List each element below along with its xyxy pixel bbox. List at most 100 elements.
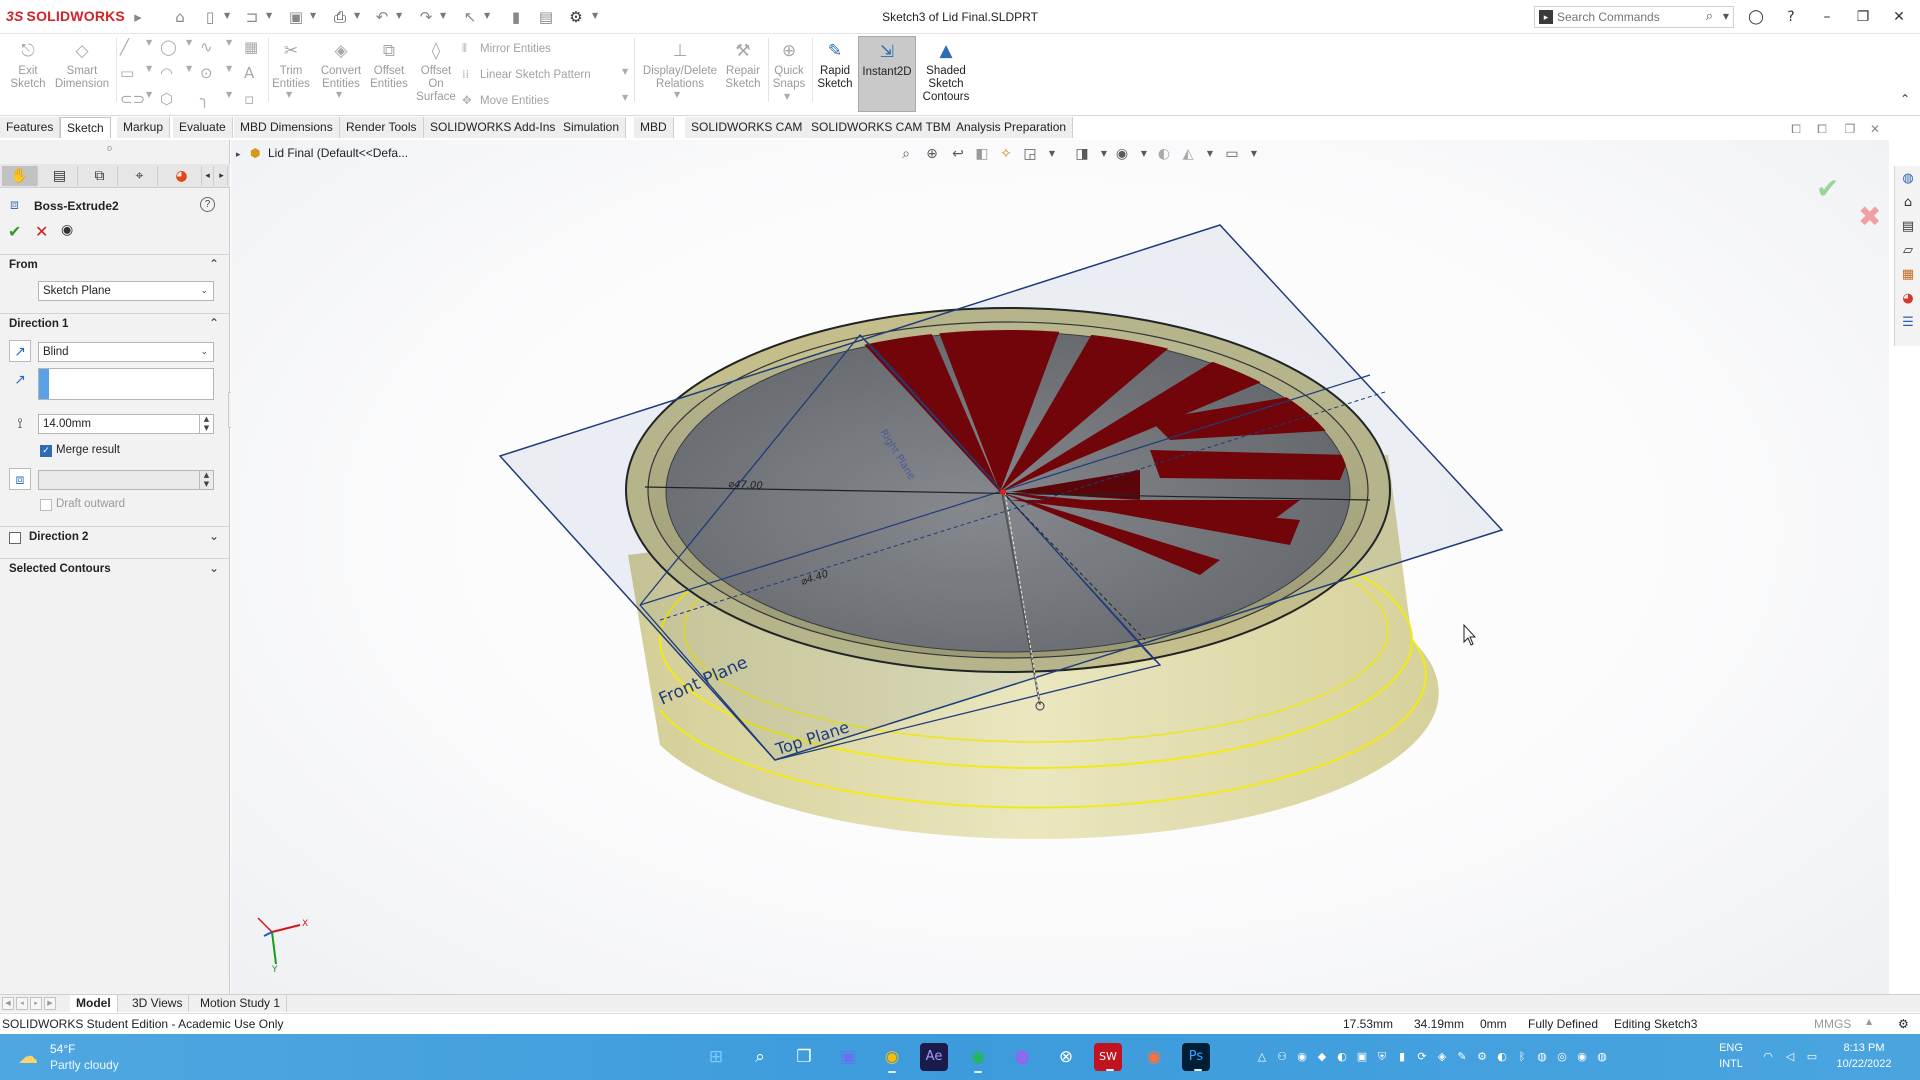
redo-dropdown-icon[interactable]: ▼ (440, 11, 446, 20)
direction2-group-header[interactable]: Direction 2 ⌄ (0, 526, 229, 548)
home-icon[interactable]: ⌂ (1899, 194, 1917, 212)
viewport-close-icon[interactable]: ✕ (1866, 122, 1884, 140)
hide-show-dropdown-icon[interactable]: ▼ (1134, 144, 1154, 164)
app-icon[interactable]: ◍ (1006, 1041, 1038, 1073)
file-explorer-icon[interactable]: ▱ (1899, 242, 1917, 260)
google-drive-tray-icon[interactable]: △ (1254, 1049, 1270, 1065)
minimize-button[interactable]: – (1816, 6, 1838, 28)
direction2-checkbox[interactable] (9, 532, 21, 544)
part-name[interactable]: Lid Final (Default<<Defa... (268, 146, 408, 160)
save-dropdown-icon[interactable]: ▼ (310, 11, 316, 20)
configurationmanager-tab-icon[interactable]: ⧉ (82, 166, 118, 186)
instant2d-button[interactable]: ⇲ Instant2D (858, 36, 916, 112)
user-account-icon[interactable]: ◯ (1745, 6, 1767, 28)
options-dropdown-icon[interactable]: ▼ (592, 11, 598, 20)
collapse-ribbon-icon[interactable]: ⌃ (1900, 92, 1910, 106)
tab-mbd-dimensions[interactable]: MBD Dimensions (234, 117, 340, 138)
weather-description[interactable]: Partly cloudy (50, 1058, 119, 1072)
view-settings-icon[interactable]: ▭ (1222, 144, 1242, 164)
draft-spinner-icon[interactable]: ▲ ▼ (199, 471, 213, 489)
confirmation-cancel-icon[interactable]: ✖ (1858, 200, 1881, 233)
model-view[interactable]: ⌀47.00 ⌀4.40 Right Plane Front Plane Top… (231, 140, 1889, 1002)
tab-markup[interactable]: Markup (117, 117, 171, 138)
display-manager-tab-icon[interactable]: ◕ (162, 166, 202, 186)
app-tray-icon[interactable]: ◍ (1534, 1049, 1550, 1065)
move-dropdown-icon[interactable]: ▼ (622, 93, 628, 102)
select-dropdown-icon[interactable]: ▼ (484, 11, 490, 20)
tabs-scroll-left-icon[interactable]: ◂ (202, 166, 214, 186)
design-library-icon[interactable]: ▤ (1899, 218, 1917, 236)
propertymanager-tab-icon[interactable]: ▤ (42, 166, 78, 186)
apply-scene-icon[interactable]: ◭ (1178, 144, 1198, 164)
trim-entities-button[interactable]: ✂ Trim Entities (270, 40, 312, 91)
tab-sketch[interactable]: Sketch (60, 117, 111, 138)
dropbox-tray-icon[interactable]: ◆ (1314, 1049, 1330, 1065)
first-tab-icon[interactable]: ◀ (2, 997, 14, 1010)
redo-icon[interactable]: ↷ (416, 7, 436, 27)
tab-simulation[interactable]: Simulation (557, 117, 627, 138)
dynamic-annotation-icon[interactable]: ✧ (996, 144, 1016, 164)
battery-icon[interactable]: ▭ (1804, 1049, 1820, 1065)
tab-evaluate[interactable]: Evaluate (173, 117, 233, 138)
adobe-after-effects-icon[interactable]: Ae (920, 1043, 948, 1071)
select-pointer-icon[interactable]: ↖ (460, 7, 480, 27)
from-select[interactable]: Sketch Plane ⌄ (38, 281, 214, 301)
weather-temperature[interactable]: 54°F (50, 1042, 75, 1056)
draft-on-off-icon[interactable]: ⧈ (9, 468, 31, 490)
view-settings-dropdown-icon[interactable]: ▼ (1244, 144, 1264, 164)
merge-result-checkbox[interactable]: ✓ (40, 445, 52, 457)
slot-icon[interactable]: ⊂⊃ (120, 90, 145, 108)
direction-selection-box[interactable] (38, 368, 214, 400)
settings-tray-icon[interactable]: ⚙ (1474, 1049, 1490, 1065)
custom-properties-icon[interactable]: ☰ (1899, 314, 1917, 332)
solidworks-taskbar-icon[interactable]: SW (1094, 1043, 1122, 1071)
apply-scene-dropdown-icon[interactable]: ▼ (1200, 144, 1220, 164)
previous-view-icon[interactable]: ↩ (948, 144, 968, 164)
detailed-preview-eye-icon[interactable]: ◉ (61, 222, 73, 238)
view-orientation-icon[interactable]: ◲ (1020, 144, 1040, 164)
app-tray-icon[interactable]: ◐ (1494, 1049, 1510, 1065)
sketch-pattern-icon[interactable]: ▦ (244, 38, 258, 56)
polygon-icon[interactable]: ⬡ (160, 90, 173, 108)
linear-sketch-pattern-button[interactable]: ⁞⁞ Linear Sketch Pattern (462, 67, 591, 81)
arc-dropdown-icon[interactable]: ▼ (186, 64, 192, 73)
home-icon[interactable]: ⌂ (170, 7, 190, 27)
solidworks-logo[interactable]: 3S SOLIDWORKS (6, 8, 125, 24)
selected-contours-group-header[interactable]: Selected Contours ⌄ (0, 558, 229, 580)
collapse-chevron-icon[interactable]: ⌃ (209, 316, 219, 330)
unit-system-dropdown-icon[interactable]: ▲ (1866, 1017, 1872, 1026)
pane-grip-icon[interactable]: o (107, 143, 112, 153)
xbox-icon[interactable]: ⊗ (1050, 1041, 1082, 1073)
end-condition-select[interactable]: Blind ⌄ (38, 342, 214, 362)
zoom-to-area-icon[interactable]: ⊕ (922, 144, 942, 164)
reverse-direction-icon[interactable]: ↗ (9, 340, 31, 362)
sync-tray-icon[interactable]: ⟳ (1414, 1049, 1430, 1065)
draft-outward-checkbox[interactable] (40, 499, 52, 511)
next-tab-icon[interactable]: ▸ (30, 997, 42, 1010)
prev-tab-icon[interactable]: ◂ (16, 997, 28, 1010)
input-language[interactable]: ENG (1716, 1042, 1746, 1054)
convert-entities-button[interactable]: ◈ Convert Entities (316, 40, 366, 91)
save-icon[interactable]: ▣ (286, 7, 306, 27)
edit-appearance-icon[interactable]: ◐ (1154, 144, 1174, 164)
sketch-origin-point[interactable] (1000, 489, 1006, 495)
new-dropdown-icon[interactable]: ▼ (224, 11, 230, 20)
text-icon[interactable]: A (244, 64, 254, 82)
close-window-button[interactable]: ✕ (1888, 6, 1910, 28)
unit-system[interactable]: MMGS (1814, 1017, 1851, 1031)
exit-sketch-button[interactable]: ⎋ Exit Sketch (6, 40, 50, 91)
ellipse-icon[interactable]: ⊙ (200, 64, 213, 82)
featuremanager-tab-icon[interactable]: ✋ (2, 166, 38, 186)
fillet-dropdown-icon[interactable]: ▼ (226, 90, 232, 99)
fillet-icon[interactable]: ╮ (200, 90, 209, 108)
restore-button[interactable]: ❐ (1852, 6, 1874, 28)
open-folder-icon[interactable]: ⊐ (242, 7, 262, 27)
featuremanager-flyout[interactable]: ▸ ⬢ Lid Final (Default<<Defa... (236, 146, 408, 164)
help-icon[interactable]: ? (200, 197, 215, 212)
tab-solidworks-cam-tbm[interactable]: SOLIDWORKS CAM TBM (805, 117, 958, 138)
search-dropdown-icon[interactable]: ▼ (1723, 12, 1729, 21)
diameter-dimension-label[interactable]: ⌀47.00 (728, 479, 763, 492)
tab-motion-study-1[interactable]: Motion Study 1 (194, 995, 288, 1012)
expand-arrow-icon[interactable]: ▸ (236, 150, 250, 160)
offset-entities-button[interactable]: ⧉ Offset Entities (366, 40, 412, 91)
